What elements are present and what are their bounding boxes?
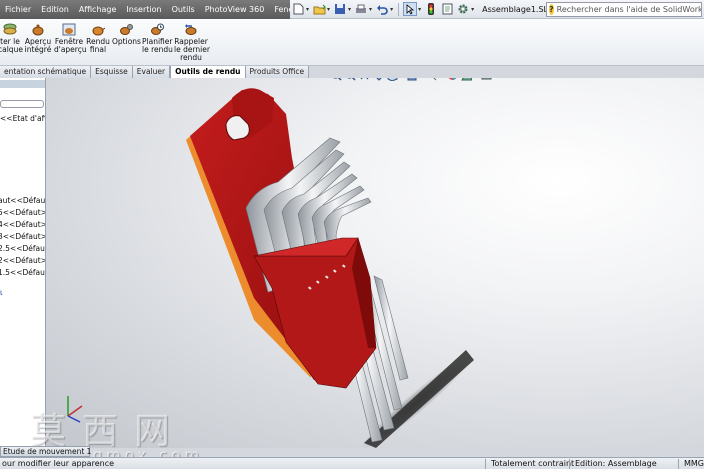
teapot-recall-icon	[184, 23, 198, 36]
tree-item[interactable]: aut<<Défaut>	[0, 196, 45, 205]
status-bar: our modifier leur apparence Totalement c…	[0, 457, 704, 469]
button-recall-last-render-label: Rappeler le dernier rendu	[174, 37, 210, 62]
button-recall-last-render[interactable]: Rappeler le dernier rendu	[174, 23, 210, 62]
menu-fichier[interactable]: Fichier	[0, 0, 36, 19]
button-schedule-render-label: Planifier le rendu	[142, 37, 173, 54]
status-edition: Edition: Assemblage	[575, 459, 657, 468]
undo-icon[interactable]	[375, 2, 389, 16]
button-final-render[interactable]: Rendu final	[86, 23, 110, 54]
open-folder-icon[interactable]	[312, 2, 326, 16]
help-question-icon: ?	[549, 4, 554, 15]
hex-key-set-model	[67, 88, 474, 448]
tree-item[interactable]: 5<<Défaut>_	[0, 208, 45, 217]
tree-item[interactable]: 2.5<<Défaut>	[0, 244, 45, 253]
tree-display-state[interactable]: <<Etat d'affic	[0, 114, 45, 123]
command-manager-tabs: entation schématique Esquisse Evaluer Ou…	[0, 66, 310, 78]
print-dropdown-icon[interactable]: ▾	[369, 6, 372, 13]
button-options[interactable]: Options	[112, 23, 141, 46]
select-dropdown-icon[interactable]: ▾	[418, 6, 421, 13]
file-properties-icon[interactable]	[440, 2, 454, 16]
options-dropdown-icon[interactable]: ▾	[471, 6, 474, 13]
menu-edition[interactable]: Edition	[36, 0, 74, 19]
layer-icon	[3, 23, 17, 36]
button-layer-label: ter le calque	[0, 37, 23, 54]
tree-marker-icon: ι	[0, 288, 3, 297]
status-units[interactable]: MMG	[684, 458, 704, 469]
button-integrated-preview-label: Aperçu intégré	[24, 37, 52, 54]
teapot-clock-icon	[150, 23, 164, 36]
status-constraint: Totalement contraint	[491, 459, 575, 468]
button-final-render-label: Rendu final	[86, 37, 110, 54]
menu-affichage[interactable]: Affichage	[74, 0, 122, 19]
rebuild-traffic-light-icon[interactable]	[424, 2, 438, 16]
tree-item[interactable]: 1.5<<Défaut>	[0, 268, 45, 277]
button-layer[interactable]: ter le calque	[0, 23, 23, 54]
button-preview-window-label: Fenêtre d'aperçu	[54, 37, 87, 54]
button-schedule-render[interactable]: Planifier le rendu	[142, 23, 173, 54]
status-hint: our modifier leur apparence	[2, 459, 115, 468]
tab-sketch[interactable]: Esquisse	[91, 66, 133, 78]
button-preview-window[interactable]: Fenêtre d'aperçu	[54, 23, 87, 54]
tab-render-tools[interactable]: Outils de rendu	[170, 66, 246, 78]
tab-office-products[interactable]: Produits Office	[245, 66, 310, 78]
open-dropdown-icon[interactable]: ▾	[327, 6, 330, 13]
tab-motion-study[interactable]: Etude de mouvement 1	[0, 446, 91, 457]
tree-filter-input[interactable]	[0, 100, 44, 108]
new-document-icon[interactable]	[291, 2, 305, 16]
help-search-placeholder: Rechercher dans l'aide de SolidWorks	[556, 5, 702, 14]
new-dropdown-icon[interactable]: ▾	[306, 6, 309, 13]
help-search-input[interactable]: ? Rechercher dans l'aide de SolidWorks	[546, 2, 702, 17]
feature-manager-tree: <<Etat d'affic aut<<Défaut> 5<<Défaut>_ …	[0, 78, 46, 448]
quick-access-toolbar: ▾ ▾ ▾ ▾ ▾ ▾ ▾ Assemblage1.SL... ? Recher…	[290, 0, 704, 19]
teapot-options-icon	[119, 23, 133, 36]
tree-item[interactable]: 3<<Défaut>_	[0, 232, 45, 241]
button-options-label: Options	[112, 37, 141, 46]
tree-item[interactable]: 2<<Défaut>_	[0, 256, 45, 265]
teapot-render-icon	[91, 23, 106, 36]
graphics-viewport[interactable]: ▾ ▾ ▾ ▾ ▾	[46, 78, 704, 448]
tree-item[interactable]: 4<<Défaut>_	[0, 220, 45, 229]
teapot-preview-icon	[31, 23, 45, 36]
teapot-window-icon	[62, 23, 76, 36]
view-triad	[67, 396, 83, 423]
options-gear-icon[interactable]	[456, 2, 470, 16]
menu-bar: Fichier Edition Affichage Insertion Outi…	[0, 0, 319, 19]
menu-photoview[interactable]: PhotoView 360	[200, 0, 270, 19]
save-icon[interactable]	[333, 2, 347, 16]
save-dropdown-icon[interactable]: ▾	[348, 6, 351, 13]
select-cursor-icon[interactable]	[403, 2, 418, 16]
tab-schematic-view[interactable]: entation schématique	[0, 66, 92, 78]
undo-dropdown-icon[interactable]: ▾	[390, 6, 393, 13]
document-title: Assemblage1.SL...	[482, 4, 556, 14]
print-icon[interactable]	[354, 2, 368, 16]
menu-outils[interactable]: Outils	[167, 0, 200, 19]
command-manager: ter le calque Aperçu intégré Fenêtre d'a…	[0, 19, 704, 66]
menu-insertion[interactable]: Insertion	[121, 0, 166, 19]
button-integrated-preview[interactable]: Aperçu intégré	[24, 23, 52, 54]
tab-evaluate[interactable]: Evaluer	[132, 66, 171, 78]
tree-header-bar	[0, 80, 45, 88]
